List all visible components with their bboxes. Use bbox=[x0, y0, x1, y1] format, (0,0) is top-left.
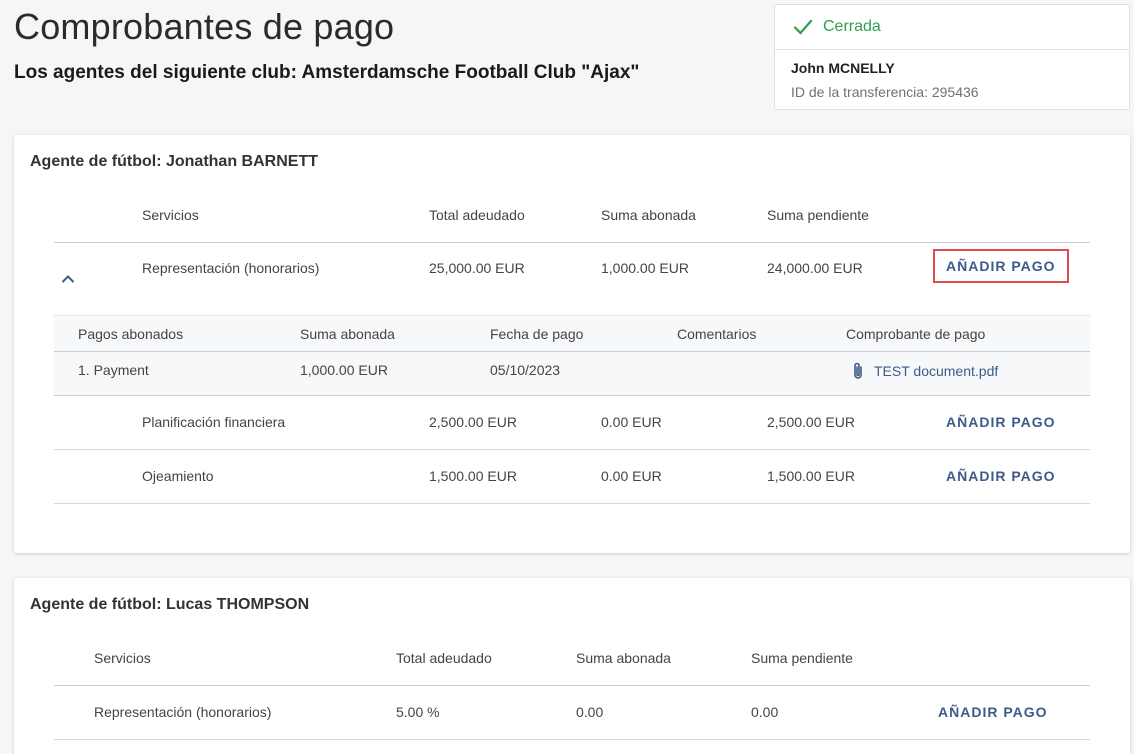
col-paid: Suma abonada bbox=[601, 207, 696, 223]
page-subtitle: Los agentes del siguiente club: Amsterda… bbox=[14, 62, 640, 83]
service-paid: 1,000.00 EUR bbox=[601, 260, 689, 276]
service-name: Representación (honorarios) bbox=[94, 704, 272, 720]
service-total: 5.00 % bbox=[396, 704, 440, 720]
payment-name: 1. Payment bbox=[78, 362, 149, 378]
services-header-row: Servicios Total adeudado Suma abonada Su… bbox=[54, 632, 1090, 686]
col-receipt: Comprobante de pago bbox=[846, 326, 986, 342]
add-payment-button[interactable]: AÑADIR PAGO bbox=[946, 414, 1056, 430]
service-total: 25,000.00 EUR bbox=[429, 260, 525, 276]
payment-row: 1. Payment 1,000.00 EUR 05/10/2023 TEST … bbox=[54, 352, 1090, 396]
page-title: Comprobantes de pago bbox=[14, 6, 395, 47]
col-paid: Suma abonada bbox=[576, 650, 671, 666]
service-paid: 0.00 EUR bbox=[601, 468, 662, 484]
col-comments: Comentarios bbox=[677, 326, 757, 342]
col-total: Total adeudado bbox=[429, 207, 525, 223]
service-pending: 0.00 bbox=[751, 704, 779, 720]
col-pending: Suma pendiente bbox=[751, 650, 853, 666]
services-header-row: Servicios Total adeudado Suma abonada Su… bbox=[54, 189, 1090, 243]
add-payment-button[interactable]: AÑADIR PAGO bbox=[946, 468, 1056, 484]
col-pending: Suma pendiente bbox=[767, 207, 869, 223]
col-payments: Pagos abonados bbox=[78, 326, 184, 342]
transfer-id: ID de la transferencia: 295436 bbox=[791, 84, 979, 100]
service-total: 2,500.00 EUR bbox=[429, 414, 517, 430]
add-payment-button[interactable]: AÑADIR PAGO bbox=[933, 249, 1069, 283]
service-paid: 0.00 EUR bbox=[601, 414, 662, 430]
service-paid: 0.00 bbox=[576, 704, 604, 720]
col-services: Servicios bbox=[94, 650, 151, 666]
agent-title: Agente de fútbol: Jonathan BARNETT bbox=[30, 153, 318, 170]
agent-card-thompson: Agente de fútbol: Lucas THOMPSON Servici… bbox=[14, 578, 1130, 754]
check-icon bbox=[793, 19, 813, 35]
payments-subtable: Pagos abonados Suma abonada Fecha de pag… bbox=[54, 315, 1090, 396]
service-name: Planificación financiera bbox=[142, 414, 286, 430]
service-total: 1,500.00 EUR bbox=[429, 468, 517, 484]
service-pending: 24,000.00 EUR bbox=[767, 260, 863, 276]
payment-date: 05/10/2023 bbox=[490, 362, 561, 378]
service-row: Representación (honorarios) 25,000.00 EU… bbox=[54, 243, 1090, 315]
add-payment-button[interactable]: AÑADIR PAGO bbox=[938, 704, 1048, 720]
agent-title: Agente de fútbol: Lucas THOMPSON bbox=[30, 596, 310, 613]
service-pending: 1,500.00 EUR bbox=[767, 468, 855, 484]
col-amount: Suma abonada bbox=[300, 326, 395, 342]
service-row: Planificación financiera 2,500.00 EUR 0.… bbox=[54, 396, 1090, 450]
transfer-status-card: Cerrada John MCNELLY ID de la transferen… bbox=[774, 4, 1130, 110]
service-row: Representación (honorarios) 5.00 % 0.00 … bbox=[54, 686, 1090, 740]
service-row: Ojeamiento 1,500.00 EUR 0.00 EUR 1,500.0… bbox=[54, 450, 1090, 504]
col-services: Servicios bbox=[142, 207, 199, 223]
receipt-file-name: TEST document.pdf bbox=[874, 363, 999, 379]
receipt-file-link[interactable]: TEST document.pdf bbox=[850, 361, 998, 381]
service-name: Ojeamiento bbox=[142, 468, 214, 484]
col-total: Total adeudado bbox=[396, 650, 492, 666]
service-name: Representación (honorarios) bbox=[142, 260, 320, 276]
payments-header-row: Pagos abonados Suma abonada Fecha de pag… bbox=[54, 315, 1090, 352]
agent-card-barnett: Agente de fútbol: Jonathan BARNETT Servi… bbox=[14, 135, 1130, 553]
chevron-up-icon[interactable] bbox=[60, 271, 76, 287]
status-header: Cerrada bbox=[775, 5, 1129, 50]
payment-amount: 1,000.00 EUR bbox=[300, 362, 388, 378]
paperclip-icon bbox=[854, 362, 862, 379]
status-label: Cerrada bbox=[823, 18, 881, 35]
col-date: Fecha de pago bbox=[490, 326, 584, 342]
service-pending: 2,500.00 EUR bbox=[767, 414, 855, 430]
status-person: John MCNELLY bbox=[791, 60, 895, 76]
